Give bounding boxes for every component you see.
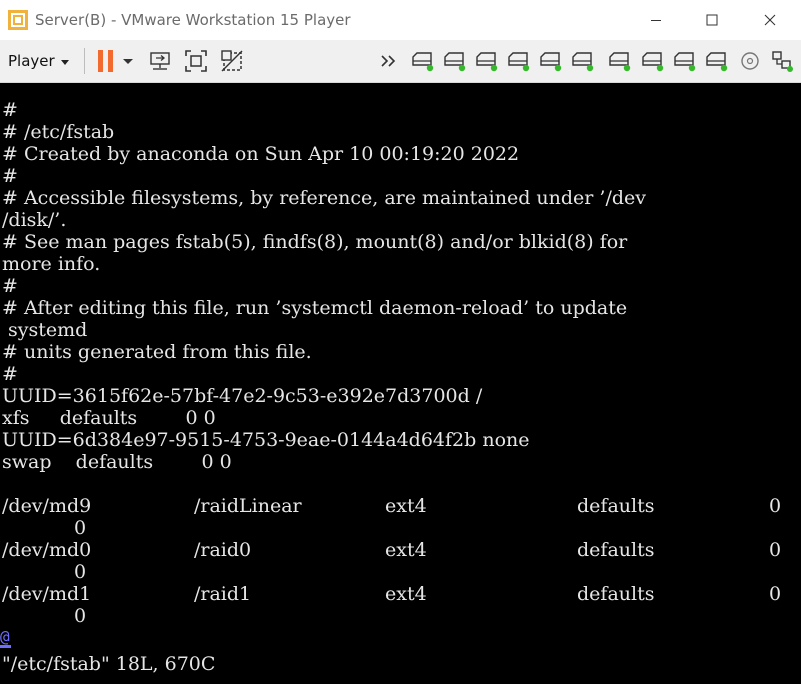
vim-filler-char: @	[0, 627, 10, 646]
chevron-down-icon	[60, 59, 69, 65]
fstab-comment-line: #	[2, 99, 18, 121]
fstab-entry-line: UUID=6d384e97-9515-4753-9eae-0144a4d64f2…	[2, 429, 530, 451]
fstab-entry-line: xfs defaults 0 0	[2, 407, 216, 429]
fstab-comment-line: # Created by anaconda on Sun Apr 10 00:1…	[2, 143, 520, 165]
minimize-icon	[651, 20, 661, 21]
player-menu-button[interactable]: Player	[8, 47, 69, 75]
fstab-comment-line: # Accessible filesystems, by reference, …	[2, 187, 646, 209]
vmware-app-icon	[8, 10, 28, 30]
fstab-entry-line: swap defaults 0 0	[2, 451, 232, 473]
hard-disk-icon[interactable]	[537, 48, 563, 74]
fstab-fs-type: ext4	[385, 583, 427, 605]
vim-status-line: "/etc/fstab" 18L, 670C	[2, 653, 216, 675]
player-menu-label: Player	[8, 52, 55, 70]
unity-icon[interactable]	[219, 48, 245, 74]
fstab-entry-line: UUID=3615f62e-57bf-47e2-9c53-e392e7d3700…	[2, 385, 483, 407]
hard-disk-icon[interactable]	[671, 48, 697, 74]
fstab-comment-line: # After editing this file, run ’systemct…	[2, 297, 628, 319]
cursor-line: @	[0, 626, 11, 648]
fstab-options: defaults	[577, 539, 655, 561]
fstab-row-wrap: 0	[2, 517, 86, 539]
fstab-comment-line: systemd	[2, 319, 88, 341]
hard-disk-icon[interactable]	[703, 48, 729, 74]
window-title: Server(B) - VMware Workstation 15 Player	[35, 11, 351, 29]
fstab-row-wrap: 0	[2, 561, 86, 583]
maximize-icon	[706, 14, 718, 26]
fstab-comment-line: #	[2, 165, 18, 187]
fstab-row: /dev/md0 /raid0 ext4 defaults 0	[2, 539, 797, 561]
minimize-button[interactable]	[633, 4, 679, 36]
fstab-options: defaults	[577, 495, 655, 517]
fstab-dump: 0	[769, 539, 782, 561]
hard-disk-icon[interactable]	[606, 48, 632, 74]
toolbar-divider	[84, 48, 85, 74]
fstab-row-wrap: 0	[2, 605, 86, 627]
more-devices-icon[interactable]	[377, 48, 403, 74]
fstab-device: /dev/md0	[2, 539, 92, 561]
fstab-fs-type: ext4	[385, 495, 427, 517]
maximize-button[interactable]	[689, 4, 735, 36]
fit-guest-icon[interactable]	[183, 48, 209, 74]
hard-disk-icon[interactable]	[409, 48, 435, 74]
fstab-mount-point: /raid0	[194, 539, 252, 561]
fstab-comment-line: more info.	[2, 253, 101, 275]
text-cursor	[0, 645, 11, 648]
fstab-device: /dev/md9	[2, 495, 92, 517]
fstab-mount-point: /raidLinear	[194, 495, 302, 517]
fstab-comment-line: # See man pages fstab(5), findfs(8), mou…	[2, 231, 628, 253]
fstab-row: /dev/md9 /raidLinear ext4 defaults 0	[2, 495, 797, 517]
hard-disk-icon[interactable]	[505, 48, 531, 74]
fstab-dump: 0	[769, 495, 782, 517]
fstab-fs-type: ext4	[385, 539, 427, 561]
close-icon	[764, 14, 776, 26]
close-button[interactable]	[747, 4, 793, 36]
fstab-pass: 0	[74, 605, 87, 627]
fstab-comment-line: /disk/’.	[2, 209, 67, 231]
fstab-dump: 0	[769, 583, 782, 605]
fstab-pass: 0	[74, 561, 87, 583]
send-ctrl-alt-del-icon[interactable]	[147, 48, 173, 74]
fstab-pass: 0	[74, 517, 87, 539]
fstab-comment-line: # units generated from this file.	[2, 341, 312, 363]
cd-dvd-icon[interactable]	[737, 48, 763, 74]
fstab-options: defaults	[577, 583, 655, 605]
fstab-row: /dev/md1 /raid1 ext4 defaults 0	[2, 583, 797, 605]
pause-icon[interactable]	[93, 48, 119, 74]
network-adapter-icon[interactable]	[769, 48, 795, 74]
hard-disk-icon[interactable]	[639, 48, 665, 74]
window-title-bar[interactable]: Server(B) - VMware Workstation 15 Player	[0, 0, 801, 40]
hard-disk-icon[interactable]	[473, 48, 499, 74]
hard-disk-icon[interactable]	[569, 48, 595, 74]
hard-disk-icon[interactable]	[441, 48, 467, 74]
fstab-comment-line: #	[2, 363, 18, 385]
fstab-comment-line: # /etc/fstab	[2, 121, 115, 143]
fstab-mount-point: /raid1	[194, 583, 252, 605]
dropdown-caret-icon[interactable]	[120, 48, 136, 74]
guest-console[interactable]: # # /etc/fstab # Created by anaconda on …	[0, 83, 801, 684]
fstab-comment-line: #	[2, 275, 18, 297]
fstab-device: /dev/md1	[2, 583, 92, 605]
